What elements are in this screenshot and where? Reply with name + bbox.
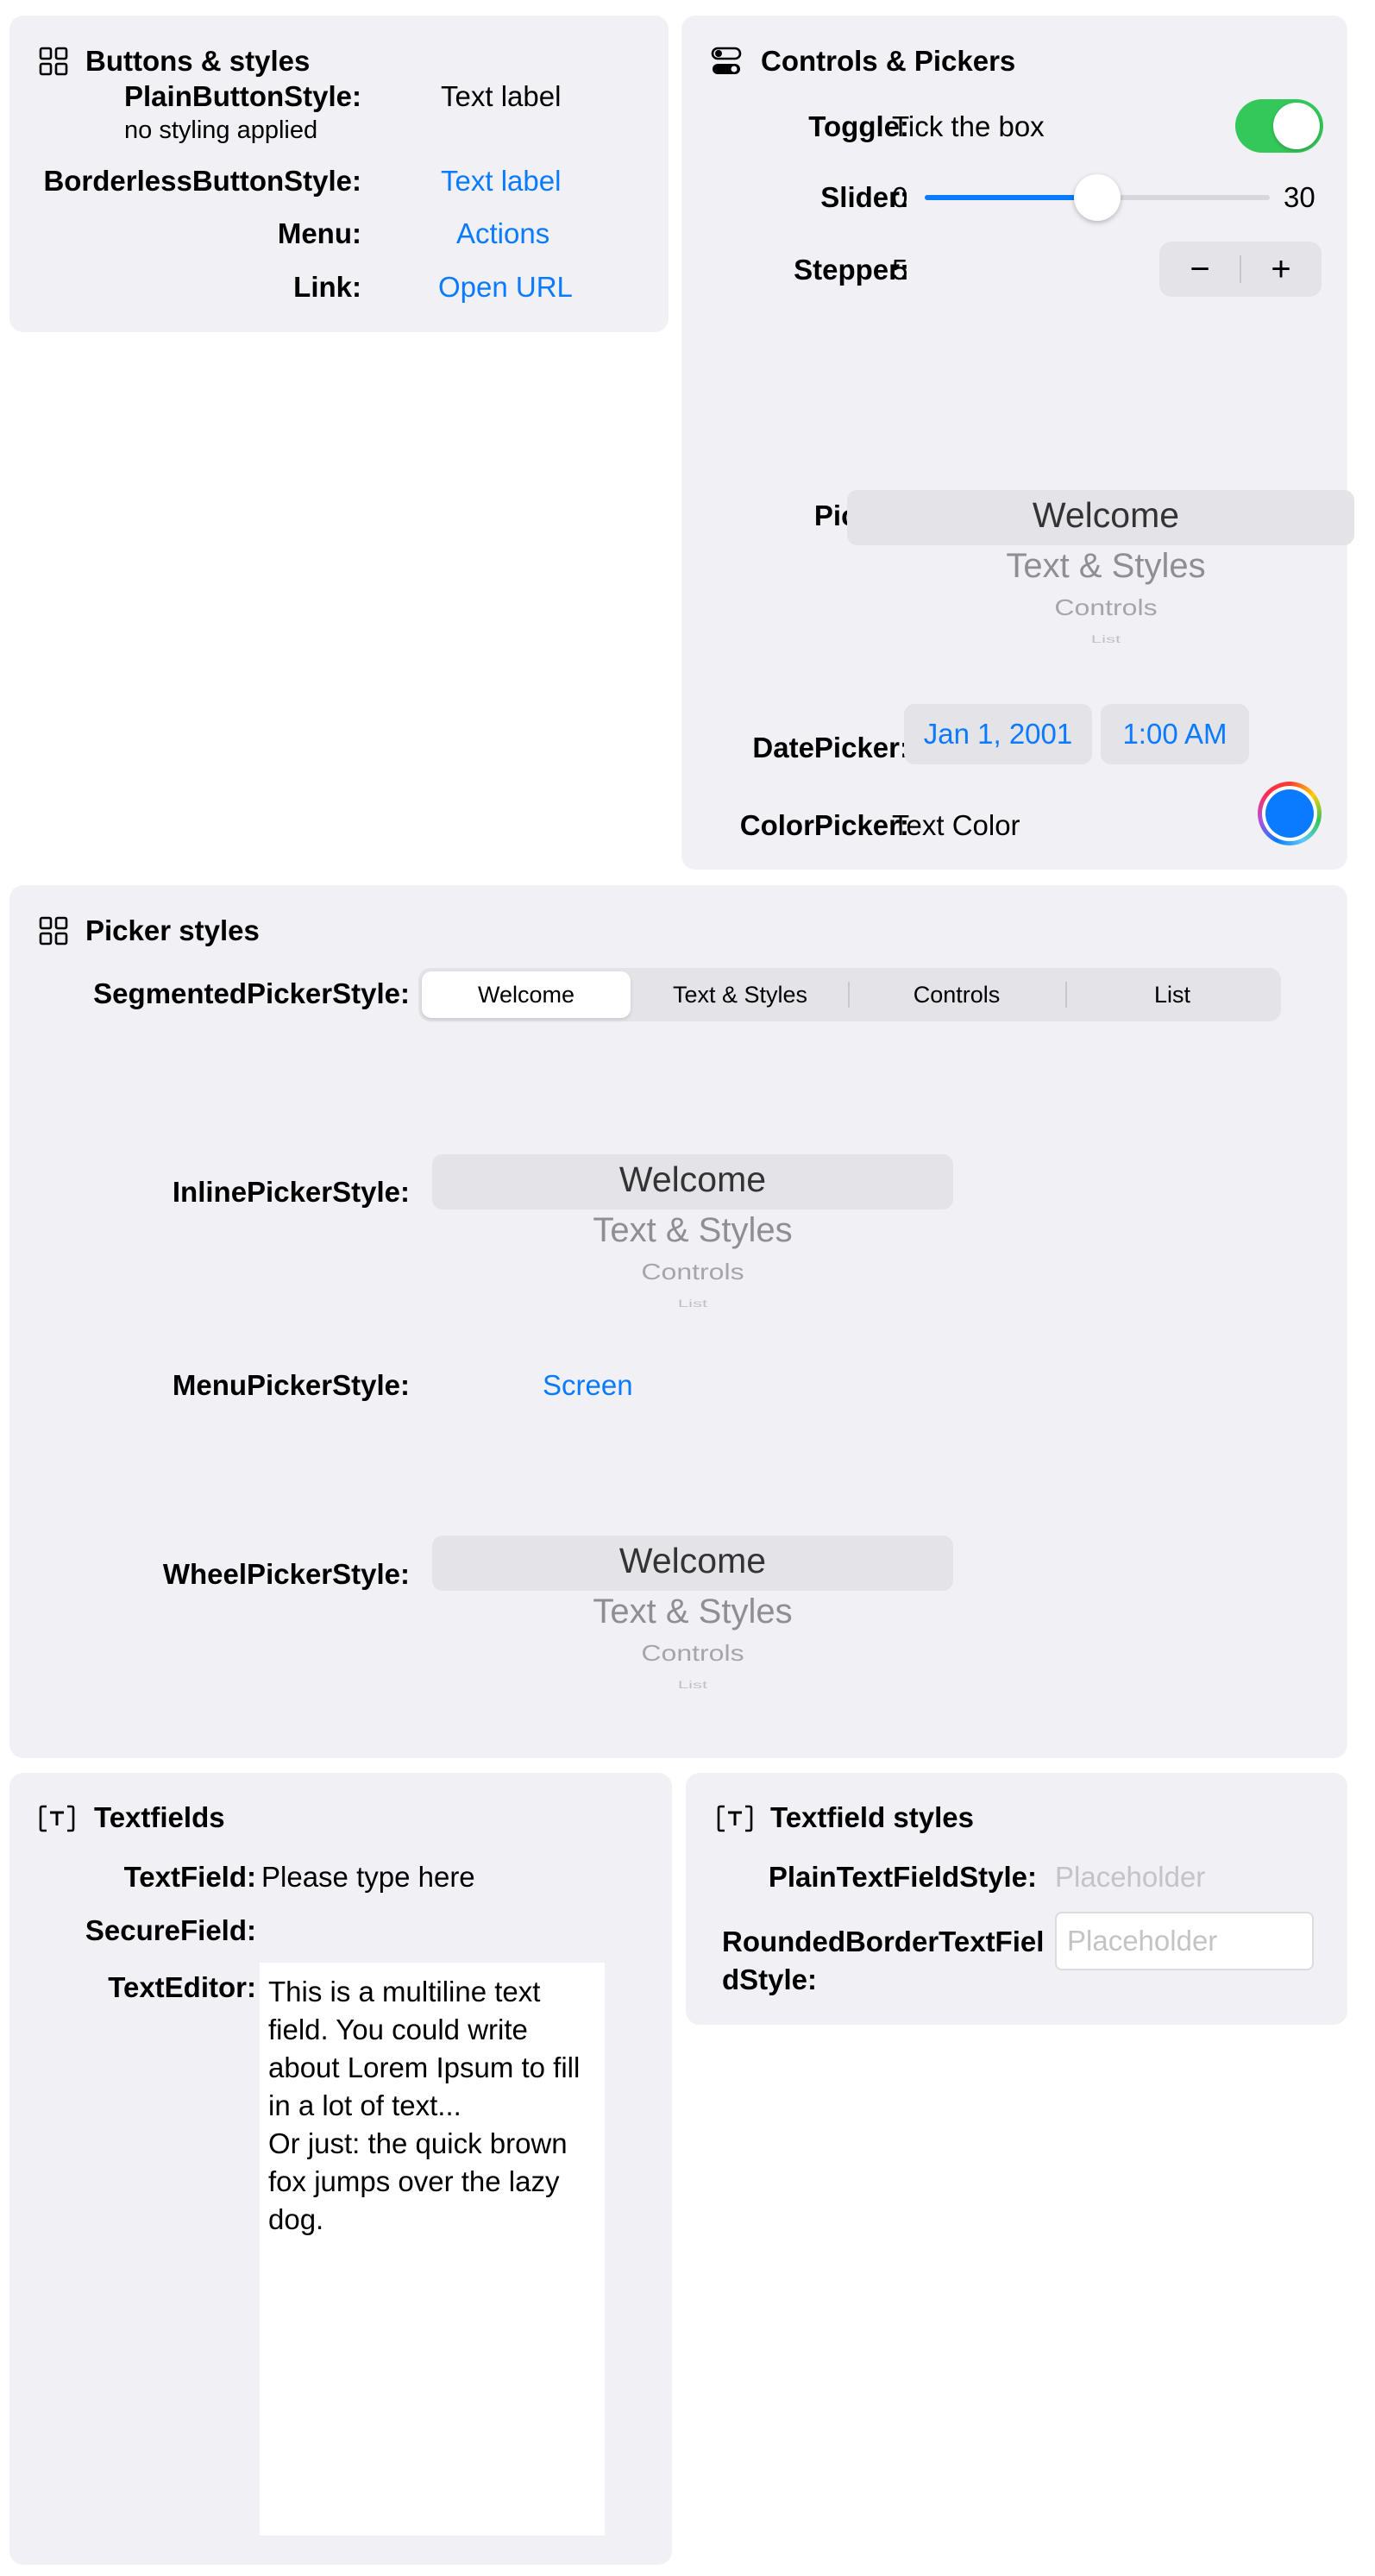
plain-button[interactable]: Text label [441, 80, 561, 113]
toggle-knob [1273, 103, 1320, 149]
time-button[interactable]: 1:00 AM [1101, 704, 1249, 764]
grid-icon [39, 47, 68, 76]
inline-picker-item[interactable]: Text & Styles [432, 1211, 953, 1250]
textfield-styles-card: Textfield styles PlainTextFieldStyle: Pl… [686, 1773, 1347, 2025]
inline-picker-wheel[interactable]: Welcome Text & Styles Controls List [432, 1154, 953, 1344]
toggle-switch[interactable] [1235, 99, 1323, 153]
stepper-decrement-button[interactable]: − [1159, 242, 1240, 297]
picker-styles-card: Picker styles SegmentedPickerStyle: Welc… [9, 885, 1347, 1758]
texteditor-label: TextEditor: [108, 1971, 256, 2003]
borderless-button[interactable]: Text label [441, 165, 561, 198]
buttons-card-title: Buttons & styles [85, 45, 311, 77]
controls-card: Controls & Pickers Toggle: Tick the box … [681, 16, 1354, 870]
date-button[interactable]: Jan 1, 2001 [904, 704, 1092, 764]
wheel-picker-item[interactable]: Controls [432, 1641, 953, 1667]
borderless-button-style-label: BorderlessButtonStyle: [43, 165, 361, 197]
slider-fill [925, 195, 1097, 200]
slider-thumb[interactable] [1074, 174, 1121, 221]
inline-picker-item-selected[interactable]: Welcome [432, 1159, 953, 1200]
stepper-increment-button[interactable]: + [1240, 242, 1322, 297]
toggle-icon [711, 47, 742, 74]
picker-item[interactable]: List [847, 633, 1365, 645]
controls-card-title: Controls & Pickers [761, 45, 1016, 77]
stepper-value: 5 [892, 254, 908, 286]
slider-min-label: 0 [892, 181, 908, 213]
textfield-icon [39, 1805, 75, 1832]
inline-picker-style-label: InlinePickerStyle: [172, 1176, 410, 1208]
buttons-card: Buttons & styles PlainButtonStyle: no st… [9, 16, 669, 332]
segment[interactable]: List [1067, 971, 1278, 1018]
slider-max-label: 30 [1284, 181, 1315, 213]
segmented-picker-style-label: SegmentedPickerStyle: [93, 977, 410, 1009]
plain-textfield-input[interactable]: Placeholder [1055, 1861, 1205, 1894]
colorpicker-text: Text Color [892, 809, 1020, 841]
rounded-border-textfield-style-label-line1: RoundedBorderTextFiel [722, 1926, 1045, 1957]
segment-selected[interactable]: Welcome [422, 971, 631, 1018]
inline-picker-item[interactable]: Controls [432, 1260, 953, 1285]
textfield-input[interactable]: Please type here [261, 1861, 475, 1894]
wheel-picker-item[interactable]: List [432, 1679, 953, 1691]
actions-menu-button[interactable]: Actions [456, 217, 549, 250]
textfields-card: Textfields TextField: Please type here S… [9, 1773, 672, 2565]
picker-item[interactable]: Text & Styles [847, 547, 1365, 586]
rounded-border-textfield-input[interactable]: Placeholder [1055, 1912, 1314, 1970]
menu-picker-button[interactable]: Screen [543, 1369, 633, 1402]
texteditor[interactable]: This is a multiline text field. You coul… [260, 1963, 605, 2535]
textfield-label: TextField: [123, 1861, 256, 1893]
slider[interactable] [925, 174, 1270, 221]
open-url-link[interactable]: Open URL [438, 271, 573, 304]
securefield-label: SecureField: [85, 1914, 256, 1946]
segmented-control: Welcome Text & Styles Controls List [418, 968, 1281, 1021]
toggle-text: Tick the box [892, 110, 1045, 142]
link-label: Link: [293, 271, 361, 303]
wheel-picker-item-selected[interactable]: Welcome [432, 1541, 953, 1581]
segment[interactable]: Controls [850, 971, 1064, 1018]
stepper: − + [1159, 242, 1322, 297]
securefield-input[interactable] [261, 1907, 612, 1951]
picker-item[interactable]: Controls [847, 595, 1365, 621]
textfield-icon [717, 1805, 753, 1832]
wheel-picker-style-label: WheelPickerStyle: [162, 1558, 410, 1590]
textfields-card-title: Textfields [94, 1801, 225, 1833]
grid-icon [39, 916, 68, 946]
menu-label: Menu: [277, 217, 361, 249]
color-swatch [1265, 789, 1314, 838]
rounded-border-textfield-style-label-line2: dStyle: [722, 1963, 818, 1995]
plain-button-style-label: PlainButtonStyle: [124, 80, 362, 112]
plain-textfield-style-label: PlainTextFieldStyle: [768, 1861, 1037, 1893]
picker-item-selected[interactable]: Welcome [847, 495, 1365, 536]
datepicker-label: DatePicker: [752, 732, 909, 763]
inline-picker-item[interactable]: List [432, 1297, 953, 1310]
plain-button-style-sublabel: no styling applied [124, 116, 318, 144]
picker-wheel[interactable]: Welcome Text & Styles Controls List [847, 474, 1365, 664]
textfield-styles-card-title: Textfield styles [770, 1801, 974, 1833]
segment[interactable]: Text & Styles [634, 971, 846, 1018]
menu-picker-style-label: MenuPickerStyle: [172, 1369, 410, 1401]
color-well-button[interactable] [1258, 782, 1322, 845]
picker-styles-card-title: Picker styles [85, 914, 260, 946]
colorpicker-label: ColorPicker: [739, 809, 909, 841]
wheel-picker[interactable]: Welcome Text & Styles Controls List [432, 1536, 953, 1725]
wheel-picker-item[interactable]: Text & Styles [432, 1593, 953, 1631]
